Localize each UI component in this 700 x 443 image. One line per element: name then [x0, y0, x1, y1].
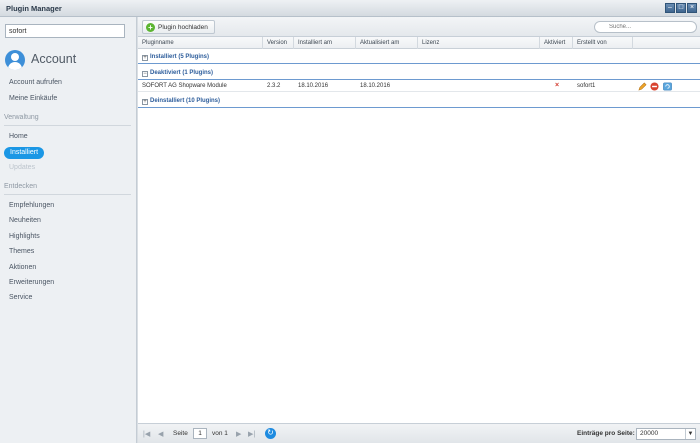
minimize-button[interactable]: – — [665, 3, 675, 13]
table-row[interactable]: SOFORT AG Shopware Module 2.3.2 18.10.20… — [138, 80, 700, 92]
column-version[interactable]: Version — [263, 37, 294, 49]
close-button[interactable]: × — [687, 3, 697, 13]
next-page-icon[interactable]: ▶ — [236, 430, 241, 438]
sidebar-item-neuheiten[interactable]: Neuheiten — [9, 217, 41, 224]
edit-pencil-icon[interactable] — [638, 82, 647, 91]
column-pluginname[interactable]: Pluginname — [138, 37, 263, 49]
account-title: Account — [31, 52, 77, 66]
inactive-x-icon: × — [555, 82, 560, 89]
cell-aktualisiert: 18.10.2016 — [360, 83, 391, 89]
per-page-value: 20000 — [640, 430, 659, 437]
per-page-label: Einträge pro Seite: — [577, 430, 635, 437]
group-deaktiviert[interactable]: − Deaktiviert (1 Plugins) — [138, 68, 700, 80]
per-page-select[interactable]: 20000 ▼ — [636, 428, 696, 440]
page-total: von 1 — [212, 430, 228, 437]
column-installiert-am[interactable]: Installiert am — [294, 37, 356, 49]
column-aktiviert[interactable]: Aktiviert — [540, 37, 573, 49]
window-titlebar: Plugin Manager – □ × — [0, 0, 700, 17]
sidebar-item-account-aufrufen[interactable]: Account aufrufen — [9, 79, 62, 86]
group-deinstalliert[interactable]: + Deinstalliert (10 Plugins) — [138, 96, 700, 108]
cell-version: 2.3.2 — [267, 83, 281, 89]
sidebar-item-updates[interactable]: Updates — [9, 164, 35, 171]
account-avatar-icon — [5, 50, 25, 70]
chevron-down-icon[interactable]: ▼ — [685, 429, 695, 439]
reinstall-icon[interactable] — [663, 82, 672, 91]
first-page-icon[interactable]: |◀ — [143, 430, 150, 438]
group-title: Deinstalliert (10 Plugins) — [150, 98, 221, 104]
sidebar-item-home[interactable]: Home — [9, 133, 28, 140]
cell-pluginname: SOFORT AG Shopware Module — [142, 83, 227, 89]
plugin-upload-button[interactable]: + Plugin hochladen — [142, 20, 215, 34]
sidebar-item-erweiterungen[interactable]: Erweiterungen — [9, 279, 54, 286]
divider — [4, 194, 131, 195]
grid-header: Pluginname Version Installiert am Aktual… — [138, 37, 700, 49]
sidebar-item-empfehlungen[interactable]: Empfehlungen — [9, 202, 54, 209]
maximize-button[interactable]: □ — [676, 3, 686, 13]
sidebar-item-highlights[interactable]: Highlights — [9, 233, 40, 240]
prev-page-icon[interactable]: ◀ — [158, 430, 163, 438]
section-verwaltung: Verwaltung — [4, 114, 39, 121]
last-page-icon[interactable]: ▶| — [248, 430, 255, 438]
cell-installiert: 18.10.2016 — [298, 83, 329, 89]
window-controls: – □ × — [665, 3, 697, 13]
sidebar-item-aktionen[interactable]: Aktionen — [9, 264, 36, 271]
column-lizenz[interactable]: Lizenz — [418, 37, 540, 49]
sidebar-item-installiert[interactable]: Installiert — [4, 147, 45, 159]
window-title: Plugin Manager — [6, 4, 62, 13]
sidebar-item-service[interactable]: Service — [9, 294, 32, 301]
sidebar: Account Account aufrufen Meine Einkäufe … — [0, 17, 137, 443]
sidebar-item-themes[interactable]: Themes — [9, 248, 34, 255]
expand-icon[interactable]: + — [142, 99, 148, 105]
cell-erstellt-von: sofort1 — [577, 83, 596, 89]
main-panel: + Plugin hochladen Pluginname Version In… — [138, 17, 700, 443]
cell-lizenz — [418, 80, 422, 92]
expand-icon[interactable]: + — [142, 55, 148, 61]
column-aktualisiert-am[interactable]: Aktualisiert am — [356, 37, 418, 49]
collapse-icon[interactable]: − — [142, 71, 148, 77]
column-erstellt-von[interactable]: Erstellt von — [573, 37, 633, 49]
divider — [4, 125, 131, 126]
group-title: Installiert (5 Plugins) — [150, 54, 210, 60]
plus-icon: + — [146, 22, 155, 32]
group-installiert[interactable]: + Installiert (5 Plugins) — [138, 52, 700, 64]
paging-toolbar: |◀ ◀ Seite 1 von 1 ▶ ▶| ↻ Einträge pro S… — [138, 423, 700, 443]
plugin-upload-label: Plugin hochladen — [158, 23, 208, 31]
search-input[interactable] — [594, 21, 697, 33]
column-actions — [633, 37, 700, 49]
refresh-icon[interactable]: ↻ — [265, 428, 276, 439]
group-title: Deaktiviert (1 Plugins) — [150, 70, 214, 76]
page-number-input[interactable]: 1 — [193, 428, 207, 439]
toolbar: + Plugin hochladen — [138, 17, 700, 37]
sidebar-search-input[interactable] — [5, 24, 125, 38]
sidebar-item-meine-einkaeufe[interactable]: Meine Einkäufe — [9, 95, 57, 102]
section-entdecken: Entdecken — [4, 183, 38, 190]
page-label: Seite — [173, 430, 188, 437]
delete-icon[interactable] — [650, 82, 659, 91]
